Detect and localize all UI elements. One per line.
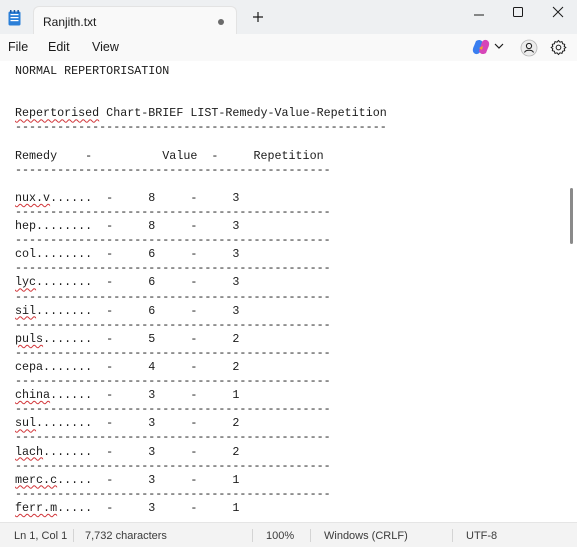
status-divider [452, 529, 453, 542]
title-bar: Ranjith.txt [0, 0, 577, 34]
menu-file[interactable]: File [8, 40, 28, 54]
text-line: ferr.m..... - 3 - 1 [15, 500, 240, 515]
minimize-icon[interactable] [464, 4, 494, 22]
text-line: merc.c..... - 3 - 1 [15, 472, 240, 487]
misspelled-word[interactable]: lyc [15, 275, 36, 289]
document-tab[interactable]: Ranjith.txt [33, 6, 237, 34]
status-divider [310, 529, 311, 542]
misspelled-word[interactable]: ferr.m [15, 501, 57, 515]
misspelled-word[interactable]: sul [15, 416, 36, 430]
menu-edit[interactable]: Edit [48, 40, 70, 54]
text-line: Repertorised Chart-BRIEF LIST-Remedy-Val… [15, 106, 387, 121]
text-line: NORMAL REPERTORISATION [15, 64, 170, 78]
vertical-scrollbar-thumb[interactable] [570, 188, 573, 244]
misspelled-word[interactable]: lach [15, 445, 43, 459]
text-editor[interactable]: NORMAL REPERTORISATION Repertorised Char… [0, 61, 577, 522]
unsaved-indicator-icon[interactable] [218, 19, 224, 25]
document-text[interactable]: NORMAL REPERTORISATION Repertorised Char… [15, 64, 387, 515]
text-line: col........ - 6 - 3 [15, 247, 240, 262]
close-icon[interactable] [543, 4, 573, 22]
misspelled-word[interactable]: sil [15, 304, 36, 318]
encoding[interactable]: UTF-8 [466, 530, 497, 542]
text-line: nux.v...... - 8 - 3 [15, 190, 240, 205]
text-line: ----------------------------------------… [15, 458, 331, 473]
notepad-app-icon [8, 10, 21, 26]
line-ending[interactable]: Windows (CRLF) [324, 530, 408, 542]
text-line: ----------------------------------------… [15, 402, 331, 417]
text-line: ----------------------------------------… [15, 233, 331, 248]
account-icon[interactable] [520, 39, 538, 57]
text-line [15, 78, 387, 92]
text-line: ----------------------------------------… [15, 120, 387, 135]
text-line: puls....... - 5 - 2 [15, 331, 240, 346]
copilot-icon[interactable] [472, 39, 490, 55]
new-tab-icon[interactable] [250, 9, 266, 25]
menu-view[interactable]: View [92, 40, 119, 54]
menu-bar: File Edit View [0, 34, 577, 61]
tab-title: Ranjith.txt [43, 15, 97, 29]
cursor-position: Ln 1, Col 1 [14, 530, 68, 542]
text-line [15, 134, 387, 148]
zoom-level[interactable]: 100% [266, 530, 294, 542]
text-line: ----------------------------------------… [15, 261, 331, 276]
text-line: ----------------------------------------… [15, 162, 331, 177]
text-line: cepa....... - 4 - 2 [15, 359, 240, 374]
status-bar: Ln 1, Col 1 7,732 characters 100% Window… [0, 522, 577, 547]
text-line: sil........ - 6 - 3 [15, 303, 240, 318]
text-line: ----------------------------------------… [15, 317, 331, 332]
text-line [15, 92, 387, 106]
misspelled-word[interactable]: china [15, 388, 50, 402]
settings-gear-icon[interactable] [550, 39, 567, 56]
misspelled-word[interactable]: merc.c [15, 473, 57, 487]
misspelled-word[interactable]: Repertorised [15, 106, 99, 120]
text-line: ----------------------------------------… [15, 345, 331, 360]
misspelled-word[interactable]: nux.v [15, 191, 50, 205]
text-line: lyc........ - 6 - 3 [15, 275, 240, 290]
text-line: ----------------------------------------… [15, 374, 331, 389]
status-divider [252, 529, 253, 542]
character-count: 7,732 characters [85, 530, 167, 542]
text-line: ----------------------------------------… [15, 486, 331, 501]
text-line [15, 177, 387, 191]
text-line: ----------------------------------------… [15, 430, 331, 445]
text-line: ----------------------------------------… [15, 204, 331, 219]
text-line: Remedy - Value - Repetition [15, 148, 324, 163]
misspelled-word[interactable]: puls [15, 332, 43, 346]
text-line: hep........ - 8 - 3 [15, 219, 240, 234]
text-line: ----------------------------------------… [15, 289, 331, 304]
text-line: sul........ - 3 - 2 [15, 416, 240, 431]
status-divider [73, 529, 74, 542]
text-line: lach....... - 3 - 2 [15, 444, 240, 459]
maximize-icon[interactable] [503, 4, 533, 22]
text-line: china...... - 3 - 1 [15, 388, 240, 403]
chevron-down-icon[interactable] [494, 42, 504, 50]
